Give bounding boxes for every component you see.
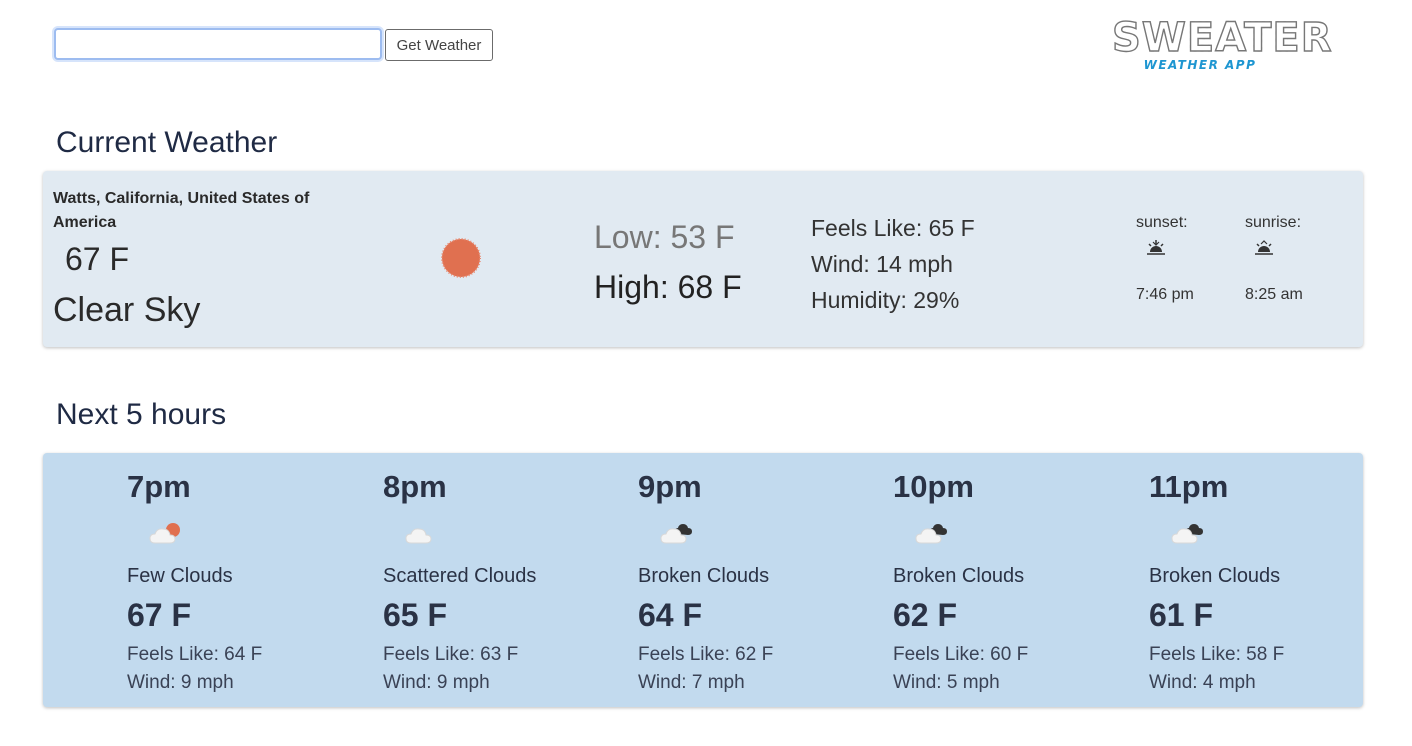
hour-time: 9pm [638, 469, 702, 504]
get-weather-button[interactable]: Get Weather [385, 29, 493, 61]
hour-forecast-item: 8pm Scattered Clouds 65 F Feels Like: 63… [383, 453, 603, 707]
hour-description: Few Clouds [127, 565, 233, 587]
hour-forecast-item: 11pm Broken Clouds 61 F Feels Like: 58 F… [1149, 453, 1369, 707]
sunset-label: sunset: [1136, 214, 1188, 231]
sweater-logo: SWEATER WEATHER APP [1111, 14, 1333, 84]
current-weather-heading: Current Weather [56, 126, 278, 159]
hour-feels-like: Feels Like: 60 F [893, 644, 1029, 665]
hour-description: Broken Clouds [638, 565, 770, 587]
hour-wind: Wind: 5 mph [893, 672, 1000, 693]
hour-forecast-item: 9pm Broken Clouds 64 F Feels Like: 62 F … [638, 453, 858, 707]
broken-clouds-icon [660, 524, 692, 544]
hour-temp: 62 F [893, 597, 958, 633]
humidity: Humidity: 29% [811, 287, 960, 313]
hour-temp: 65 F [383, 597, 448, 633]
sunset-time: 7:46 pm [1136, 286, 1194, 303]
high-temp: High: 68 F [594, 269, 742, 305]
hour-temp: 67 F [127, 597, 192, 633]
hour-description: Broken Clouds [1149, 565, 1281, 587]
feels-like: Feels Like: 65 F [811, 215, 975, 241]
hour-feels-like: Feels Like: 63 F [383, 644, 519, 665]
hour-time: 11pm [1149, 469, 1229, 504]
hour-feels-like: Feels Like: 58 F [1149, 644, 1285, 665]
hour-wind: Wind: 4 mph [1149, 672, 1256, 693]
sunrise-time: 8:25 am [1245, 286, 1303, 303]
broken-clouds-icon [915, 524, 947, 544]
hour-forecast-item: 10pm Broken Clouds 62 F Feels Like: 60 F… [893, 453, 1113, 707]
sunrise-label: sunrise: [1245, 214, 1302, 231]
hour-wind: Wind: 9 mph [383, 672, 490, 693]
hourly-forecast-card: 7pm Few Clouds 67 F Feels Like: 64 F Win… [43, 453, 1363, 707]
hour-temp: 61 F [1149, 597, 1214, 633]
next-hours-heading: Next 5 hours [56, 398, 227, 431]
hour-time: 7pm [127, 469, 191, 504]
hour-description: Scattered Clouds [383, 565, 537, 587]
hour-time: 10pm [893, 469, 974, 504]
wind-speed: Wind: 14 mph [811, 251, 953, 277]
few-clouds-icon [149, 523, 180, 544]
broken-clouds-icon [1171, 524, 1203, 544]
scattered-clouds-icon [405, 528, 432, 544]
hour-feels-like: Feels Like: 64 F [127, 644, 263, 665]
hour-feels-like: Feels Like: 62 F [638, 644, 774, 665]
sunrise-icon [1255, 240, 1273, 255]
current-description: Clear Sky [53, 291, 201, 329]
clear-sun-icon [441, 238, 481, 278]
current-temp: 67 F [65, 241, 130, 277]
low-temp: Low: 53 F [594, 219, 735, 255]
hour-description: Broken Clouds [893, 565, 1025, 587]
location-name: Watts, California, United States of Amer… [53, 190, 310, 231]
logo-main-text: SWEATER [1111, 14, 1333, 61]
sunset-icon [1147, 240, 1165, 255]
hour-time: 8pm [383, 469, 447, 504]
current-weather-card: Watts, California, United States of Amer… [43, 171, 1363, 347]
hour-temp: 64 F [638, 597, 703, 633]
hour-wind: Wind: 9 mph [127, 672, 234, 693]
city-search-input[interactable] [54, 28, 382, 60]
hour-forecast-item: 7pm Few Clouds 67 F Feels Like: 64 F Win… [127, 453, 347, 707]
hour-wind: Wind: 7 mph [638, 672, 745, 693]
